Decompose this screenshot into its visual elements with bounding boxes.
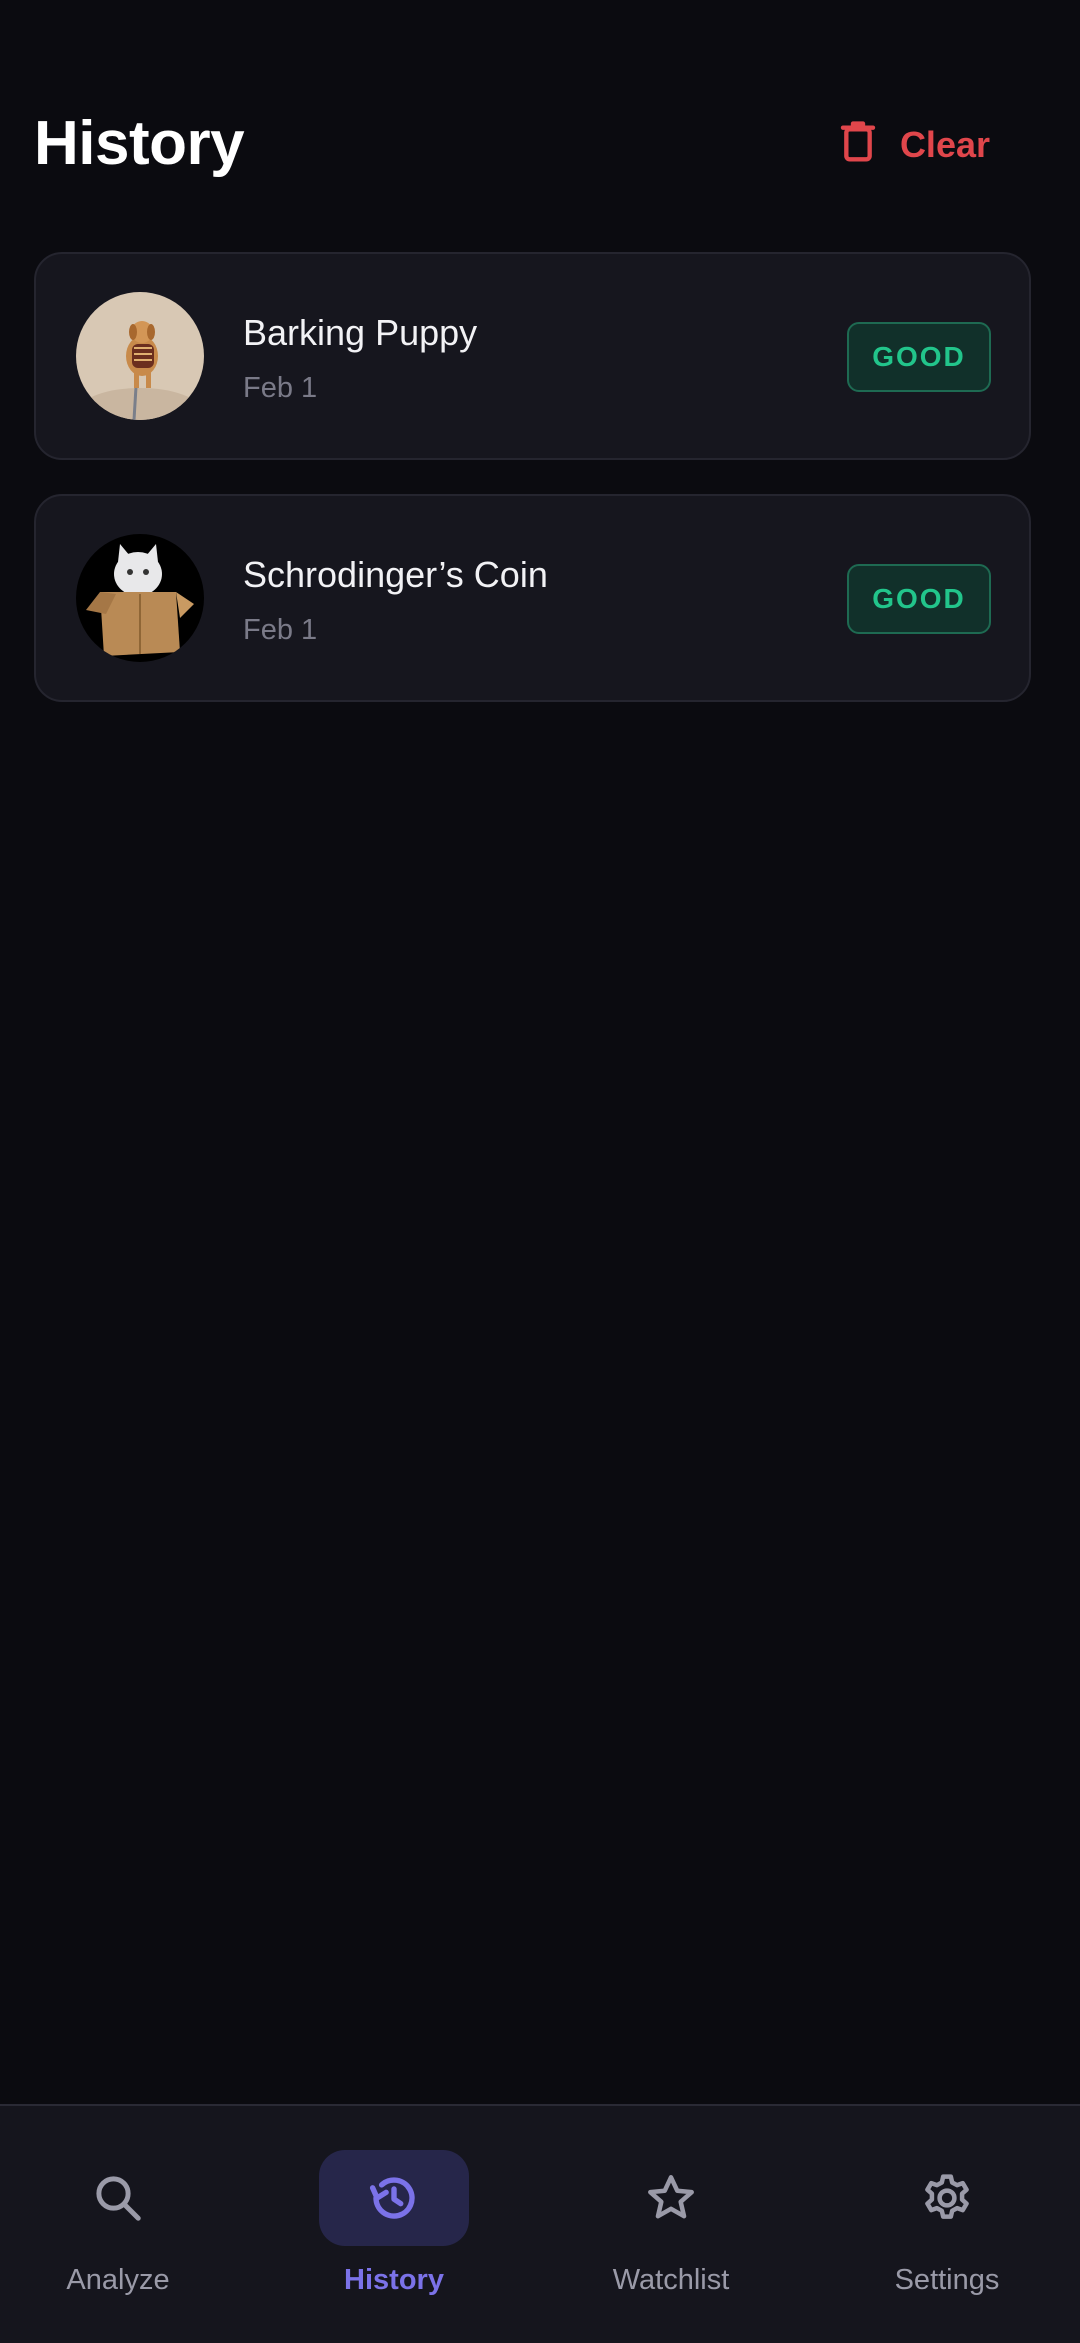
history-item[interactable]: Schrodinger’s Coin Feb 1 GOOD [34, 494, 1031, 702]
cat-in-box-image [76, 534, 204, 662]
clear-label: Clear [899, 124, 990, 165]
status-badge: GOOD [847, 564, 991, 634]
gear-icon [872, 2150, 1022, 2246]
clear-button[interactable]: Clear [838, 110, 990, 180]
page-title: History [34, 109, 245, 178]
item-date: Feb 1 [243, 372, 318, 404]
item-title: Schrodinger’s Coin [243, 554, 548, 595]
header: History Clear [0, 90, 1080, 200]
nav-label: Settings [894, 2264, 1000, 2296]
history-screen: History Clear Barking Puppy Feb 1 GOOD S… [0, 0, 1080, 2343]
puppy-image [76, 292, 204, 420]
bottom-navigation: Analyze History Watchlist Settings [0, 2104, 1080, 2343]
nav-item-watchlist[interactable]: Watchlist [551, 2150, 791, 2320]
nav-item-history[interactable]: History [274, 2150, 514, 2320]
history-icon [319, 2150, 469, 2246]
search-icon [43, 2150, 193, 2246]
item-title: Barking Puppy [243, 312, 478, 353]
history-item[interactable]: Barking Puppy Feb 1 GOOD [34, 252, 1031, 460]
star-icon [596, 2150, 746, 2246]
nav-item-analyze[interactable]: Analyze [0, 2150, 238, 2320]
nav-label: Watchlist [612, 2264, 730, 2296]
nav-label: Analyze [66, 2264, 170, 2296]
item-date: Feb 1 [243, 614, 318, 646]
nav-label: History [344, 2264, 444, 2296]
history-list: Barking Puppy Feb 1 GOOD Schrodinger’s C… [34, 252, 1031, 736]
nav-item-settings[interactable]: Settings [827, 2150, 1067, 2320]
status-badge: GOOD [847, 322, 991, 392]
trash-icon [838, 119, 878, 172]
